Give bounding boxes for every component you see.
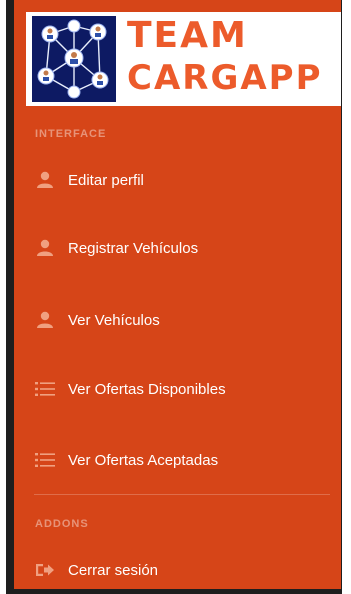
brand-line-1: TEAM [127, 15, 248, 56]
user-icon [34, 310, 56, 330]
user-icon [34, 170, 56, 190]
nav-item-available-offers[interactable]: Ver Ofertas Disponibles [34, 374, 226, 404]
nav-item-register-vehicles[interactable]: Registrar Vehículos [34, 233, 198, 263]
sidebar-divider [34, 494, 330, 495]
list-icon [34, 450, 56, 470]
sidebar: TEAM CARGAPP INTERFACE Editar perfil Reg… [14, 0, 341, 589]
nav-item-label: Ver Ofertas Aceptadas [68, 451, 219, 469]
network-logo-icon [32, 16, 116, 102]
nav-item-edit-profile[interactable]: Editar perfil [34, 165, 144, 195]
section-heading-addons: ADDONS [35, 518, 89, 530]
nav-item-accepted-offers[interactable]: Ver Ofertas Aceptadas [34, 445, 218, 475]
nav-item-logout[interactable]: Cerrar sesión [34, 555, 158, 585]
brand-name: TEAM CARGAPP [127, 15, 341, 99]
user-icon [34, 238, 56, 258]
list-icon [34, 379, 56, 399]
section-heading-interface: INTERFACE [35, 128, 107, 140]
brand-line-2: CARGAPP [127, 58, 323, 98]
nav-item-view-vehicles[interactable]: Ver Vehículos [34, 305, 160, 335]
nav-item-label: Editar perfil [68, 171, 144, 189]
nav-item-label: Registrar Vehículos [68, 239, 199, 257]
nav-item-label: Ver Vehículos [68, 311, 160, 329]
sign-out-icon [34, 560, 56, 580]
brand-logo[interactable]: TEAM CARGAPP [26, 12, 341, 106]
nav-item-label: Ver Ofertas Disponibles [68, 380, 226, 398]
nav-item-label: Cerrar sesión [68, 561, 159, 579]
